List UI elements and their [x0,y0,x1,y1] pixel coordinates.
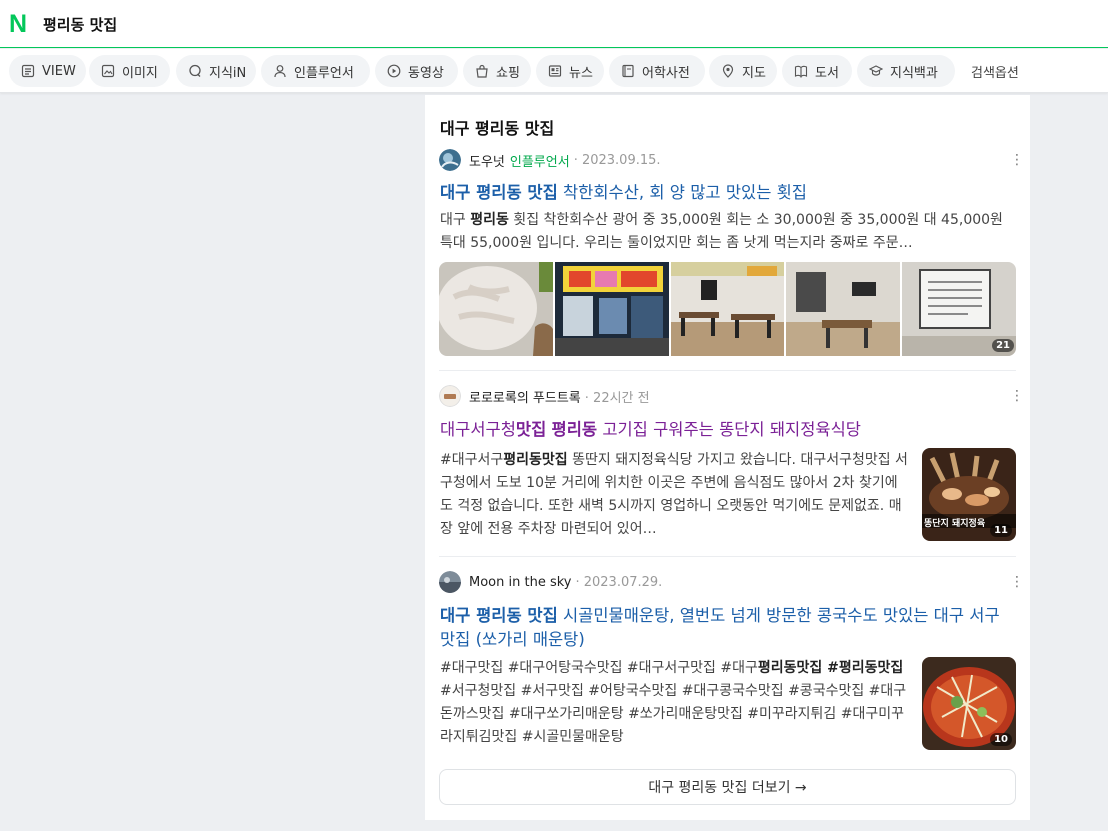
snippet-text: 대구 [440,212,471,228]
title-highlight: 대구 평리동 맛집 [440,606,558,625]
avatar[interactable] [439,571,461,593]
book-icon [794,65,808,78]
tab-encyclopedia[interactable]: 지식백과 [857,55,955,87]
tab-label: VIEW [42,63,76,79]
tab-influencer[interactable]: 인플루언서 [261,55,370,87]
post-author-row: 로로로록의 푸드트록 · 22시간 전 [439,385,650,407]
post-thumbnail[interactable]: 10 [922,657,1016,750]
q-icon [189,64,201,77]
post-date: · 22시간 전 [584,390,650,406]
section-title: 대구 평리동 맛집 [440,119,555,138]
post-image-strip[interactable]: 21 [439,262,1016,356]
author-name[interactable]: 도우넛 [469,151,505,170]
cap-icon [869,65,883,76]
search-tab-bar: VIEW 이미지 지식iN 인플루언서 동영상 쇼핑 뉴스 어학사전 지도 도서… [0,49,1108,93]
tab-label: 지식백과 [890,65,938,81]
avatar[interactable] [439,385,461,407]
tab-books[interactable]: 도서 [782,55,852,87]
post-author-row: Moon in the sky · 2023.07.29. [439,571,662,593]
influencer-badge[interactable]: 인플루언서 [510,151,570,170]
more-options-icon[interactable]: ⋮ [1010,388,1024,404]
tab-video[interactable]: 동영상 [375,55,458,87]
play-icon [387,64,401,78]
avatar[interactable] [439,149,461,171]
search-header: N 평리동 맛집 [0,0,1108,48]
storefront-photo [555,262,669,356]
post-image[interactable] [671,262,784,356]
tab-label: 어학사전 [642,65,690,81]
view-results-card: 대구 평리동 맛집 도우넛 인플루언서 · 2023.09.15. ⋮ 대구 평… [425,95,1030,820]
image-count-badge: 11 [990,524,1012,537]
author-name[interactable]: Moon in the sky [469,575,571,590]
search-query[interactable]: 평리동 맛집 [43,14,117,35]
title-text: 착한회수산, 회 양 많고 맛있는 횟집 [557,183,807,202]
title-highlight: 맛집 [515,420,547,439]
more-options-icon[interactable]: ⋮ [1010,574,1024,590]
post-title[interactable]: 대구 평리동 맛집 착한회수산, 회 양 많고 맛있는 횟집 [440,181,807,205]
snippet-text: 횟집 착한회수산 광어 중 35,000원 회는 소 30,000원 중 35,… [440,212,1003,251]
divider [439,370,1016,371]
tab-label: 지식iN [209,65,247,81]
post-image[interactable] [555,262,669,356]
map-pin-icon [722,64,734,78]
post-snippet[interactable]: #대구맛집 #대구어탕국수맛집 #대구서구맛집 #대구평리동맛집 #평리동맛집 … [440,657,910,749]
snippet-text: #대구맛집 #대구어탕국수맛집 #대구서구맛집 #대구 [440,660,758,676]
tab-label: 지도 [742,65,766,81]
tab-label: 인플루언서 [294,65,354,81]
tab-label: 쇼핑 [496,65,520,81]
title-highlight: 대구 평리동 맛집 [440,183,558,202]
post-image[interactable]: 21 [902,262,1016,356]
tab-label: 뉴스 [569,65,593,81]
search-options-button[interactable]: 검색옵션 [959,55,1039,87]
dining-room-photo [671,262,784,356]
tab-label: 이미지 [122,65,158,81]
snippet-highlight: 평리동맛집 [503,452,568,468]
post-title[interactable]: 대구 평리동 맛집 시골민물매운탕, 열번도 넘게 방문한 콩국수도 맛있는 대… [440,604,1017,652]
image-count-badge: 10 [990,733,1012,746]
post-image[interactable] [786,262,900,356]
tab-map[interactable]: 지도 [709,55,777,87]
author-name[interactable]: 로로로록의 푸드트록 [469,387,581,406]
bag-icon [476,64,488,78]
naver-logo[interactable]: N [9,12,31,37]
tab-dictionary[interactable]: 어학사전 [609,55,705,87]
snippet-highlight: 평리동맛집 #평리동맛집 [757,660,904,676]
person-icon [274,65,286,78]
tab-label: 검색옵션 [971,65,1019,81]
post-snippet[interactable]: 대구 평리동 횟집 착한회수산 광어 중 35,000원 회는 소 30,000… [440,209,1017,255]
divider [439,556,1016,557]
tab-view[interactable]: VIEW [9,55,86,87]
post-snippet[interactable]: #대구서구평리동맛집 똥딴지 돼지정육식당 가지고 왔습니다. 대구서구청맛집 … [440,449,910,541]
more-options-icon[interactable]: ⋮ [1010,152,1024,168]
post-date: · 2023.09.15. [573,152,661,168]
news-icon [548,65,562,77]
tab-label: 동영상 [408,65,444,81]
image-icon [101,64,115,78]
title-highlight: 평리동 [551,420,598,439]
snippet-text: #대구서구 [440,452,504,468]
title-text: 고기집 구워주는 똥단지 돼지정육식당 [597,420,861,439]
post-date: · 2023.07.29. [575,574,663,590]
post-thumbnail[interactable]: 똥단지 돼지정육 11 [922,448,1016,541]
tab-image[interactable]: 이미지 [89,55,170,87]
snippet-text: #서구청맛집 #서구맛집 #어탕국수맛집 #대구콩국수맛집 #콩국수맛집 #대구… [440,683,907,745]
tab-kin[interactable]: 지식iN [176,55,256,87]
view-icon [21,64,35,78]
thumbnail-caption: 똥단지 돼지정육 [924,519,986,529]
sashimi-photo [439,262,553,356]
tab-shopping[interactable]: 쇼핑 [463,55,531,87]
post-author-row: 도우넛 인플루언서 · 2023.09.15. [439,149,661,171]
image-count-badge: 21 [992,339,1014,352]
see-more-button[interactable]: 대구 평리동 맛집 더보기 → [439,769,1016,805]
snippet-highlight: 평리동 [470,212,509,228]
tab-label: 도서 [815,65,839,81]
interior-photo [786,262,900,356]
dictionary-icon [622,64,634,78]
title-text: 대구서구청 [440,420,516,439]
tab-news[interactable]: 뉴스 [536,55,604,87]
post-title[interactable]: 대구서구청맛집 평리동 고기집 구워주는 똥단지 돼지정육식당 [440,418,861,442]
post-image[interactable] [439,262,553,356]
